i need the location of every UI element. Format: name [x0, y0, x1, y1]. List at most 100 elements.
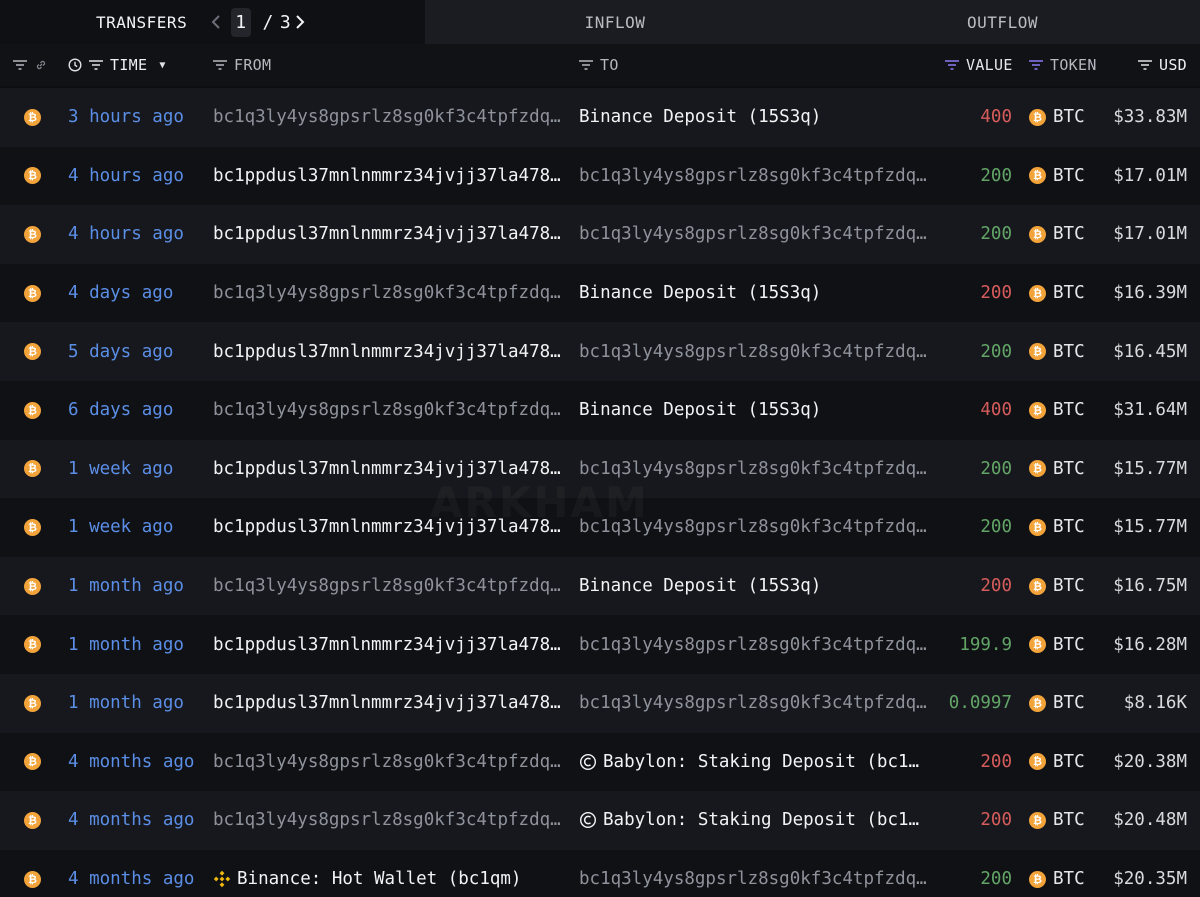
- from-cell[interactable]: bc1q3ly4ys8gpsrlz8sg0kf3c4tpfzdq…: [213, 88, 563, 147]
- filter-active-icon[interactable]: [1028, 59, 1044, 71]
- table-row[interactable]: ₿ 4 months ago Binance: Hot Wallet (bc1q…: [0, 849, 1200, 897]
- table-row[interactable]: ₿ 4 days ago bc1q3ly4ys8gpsrlz8sg0kf3c4t…: [0, 263, 1200, 323]
- to-cell[interactable]: bc1q3ly4ys8gpsrlz8sg0kf3c4tpfzdq…: [579, 205, 929, 264]
- token-cell[interactable]: ₿ BTC: [1029, 557, 1085, 616]
- token-symbol: BTC: [1053, 341, 1085, 362]
- from-cell[interactable]: bc1q3ly4ys8gpsrlz8sg0kf3c4tpfzdq…: [213, 264, 563, 323]
- to-cell[interactable]: bc1q3ly4ys8gpsrlz8sg0kf3c4tpfzdq…: [579, 615, 929, 674]
- filter-icon[interactable]: [1137, 59, 1153, 71]
- bitcoin-icon: ₿: [24, 518, 41, 536]
- token-cell[interactable]: ₿ BTC: [1029, 147, 1085, 206]
- to-cell[interactable]: bc1q3ly4ys8gpsrlz8sg0kf3c4tpfzdq…: [579, 674, 929, 733]
- token-cell[interactable]: ₿ BTC: [1029, 205, 1085, 264]
- value-cell: 400: [980, 107, 1012, 128]
- from-cell[interactable]: bc1ppdusl37mnlnmmrz34jvjj37la478…: [213, 147, 563, 206]
- from-cell[interactable]: bc1ppdusl37mnlnmmrz34jvjj37la478…: [213, 440, 563, 499]
- table-row[interactable]: ₿ 1 week ago bc1ppdusl37mnlnmmrz34jvjj37…: [0, 498, 1200, 557]
- time-cell[interactable]: 1 month ago: [68, 557, 184, 616]
- from-cell[interactable]: bc1q3ly4ys8gpsrlz8sg0kf3c4tpfzdq…: [213, 557, 563, 616]
- filter-icon[interactable]: [212, 59, 228, 71]
- from-cell[interactable]: bc1q3ly4ys8gpsrlz8sg0kf3c4tpfzdq…: [213, 733, 563, 792]
- table-row[interactable]: ₿ 3 hours ago bc1q3ly4ys8gpsrlz8sg0kf3c4…: [0, 88, 1200, 147]
- from-cell[interactable]: bc1ppdusl37mnlnmmrz34jvjj37la478…: [213, 205, 563, 264]
- bitcoin-icon: ₿: [1029, 577, 1046, 595]
- token-cell[interactable]: ₿ BTC: [1029, 498, 1085, 557]
- time-cell[interactable]: 3 hours ago: [68, 88, 184, 147]
- token-cell[interactable]: ₿ BTC: [1029, 850, 1085, 897]
- chevron-left-icon[interactable]: [207, 10, 225, 34]
- table-row[interactable]: ₿ 4 months ago bc1q3ly4ys8gpsrlz8sg0kf3c…: [0, 732, 1200, 792]
- time-cell[interactable]: 1 month ago: [68, 615, 184, 674]
- token-cell[interactable]: ₿ BTC: [1029, 88, 1085, 147]
- table-row[interactable]: ₿ 4 months ago bc1q3ly4ys8gpsrlz8sg0kf3c…: [0, 791, 1200, 850]
- token-cell[interactable]: ₿ BTC: [1029, 615, 1085, 674]
- time-cell[interactable]: 4 months ago: [68, 791, 194, 850]
- table-row[interactable]: ₿ 4 hours ago bc1ppdusl37mnlnmmrz34jvjj3…: [0, 205, 1200, 264]
- time-cell[interactable]: 4 hours ago: [68, 147, 184, 206]
- time-cell[interactable]: 4 months ago: [68, 733, 194, 792]
- token-cell[interactable]: ₿ BTC: [1029, 733, 1085, 792]
- bitcoin-icon: ₿: [24, 284, 41, 302]
- to-cell[interactable]: Binance Deposit (15S3q): [579, 381, 929, 440]
- time-cell[interactable]: 1 week ago: [68, 498, 173, 557]
- time-cell[interactable]: 1 week ago: [68, 440, 173, 499]
- to-cell[interactable]: bc1q3ly4ys8gpsrlz8sg0kf3c4tpfzdq…: [579, 498, 929, 557]
- from-cell[interactable]: bc1q3ly4ys8gpsrlz8sg0kf3c4tpfzdq…: [213, 791, 563, 850]
- token-symbol: BTC: [1053, 165, 1085, 186]
- from-cell[interactable]: Binance: Hot Wallet (bc1qm): [213, 850, 563, 897]
- table-row[interactable]: ₿ 1 week ago bc1ppdusl37mnlnmmrz34jvjj37…: [0, 439, 1200, 499]
- tab-outflow[interactable]: OUTFLOW: [805, 0, 1200, 44]
- to-address: bc1q3ly4ys8gpsrlz8sg0kf3c4tpfzdq…: [579, 458, 927, 479]
- filter-active-icon[interactable]: [944, 59, 960, 71]
- sort-caret-icon[interactable]: ▼: [159, 60, 165, 71]
- table-row[interactable]: ₿ 1 month ago bc1ppdusl37mnlnmmrz34jvjj3…: [0, 673, 1200, 733]
- header-from[interactable]: FROM: [212, 44, 271, 86]
- filter-icon[interactable]: [578, 59, 594, 71]
- value-cell: 200: [980, 341, 1012, 362]
- time-cell[interactable]: 4 hours ago: [68, 205, 184, 264]
- tab-inflow[interactable]: INFLOW: [425, 0, 805, 44]
- filter-icon[interactable]: [88, 59, 104, 71]
- token-cell[interactable]: ₿ BTC: [1029, 264, 1085, 323]
- time-cell[interactable]: 5 days ago: [68, 322, 173, 381]
- table-row[interactable]: ₿ 4 hours ago bc1ppdusl37mnlnmmrz34jvjj3…: [0, 146, 1200, 206]
- to-cell[interactable]: bc1q3ly4ys8gpsrlz8sg0kf3c4tpfzdq…: [579, 440, 929, 499]
- header-time[interactable]: TIME ▼: [68, 44, 165, 86]
- token-cell[interactable]: ₿ BTC: [1029, 322, 1085, 381]
- time-cell[interactable]: 6 days ago: [68, 381, 173, 440]
- token-cell[interactable]: ₿ BTC: [1029, 440, 1085, 499]
- table-row[interactable]: ₿ 1 month ago bc1q3ly4ys8gpsrlz8sg0kf3c4…: [0, 556, 1200, 616]
- time-cell[interactable]: 4 months ago: [68, 850, 194, 897]
- to-cell[interactable]: Binance Deposit (15S3q): [579, 557, 929, 616]
- link-icon[interactable]: [34, 58, 48, 72]
- time-cell[interactable]: 1 month ago: [68, 674, 184, 733]
- time-cell[interactable]: 4 days ago: [68, 264, 173, 323]
- table-row[interactable]: ₿ 6 days ago bc1q3ly4ys8gpsrlz8sg0kf3c4t…: [0, 380, 1200, 440]
- header-value[interactable]: VALUE: [944, 44, 1013, 86]
- header-usd[interactable]: USD: [1137, 44, 1187, 86]
- from-cell[interactable]: bc1ppdusl37mnlnmmrz34jvjj37la478…: [213, 498, 563, 557]
- token-cell[interactable]: ₿ BTC: [1029, 381, 1085, 440]
- token-cell[interactable]: ₿ BTC: [1029, 674, 1085, 733]
- bitcoin-icon: ₿: [24, 225, 41, 243]
- to-cell[interactable]: Babylon: Staking Deposit (bc1…: [579, 791, 929, 850]
- to-cell[interactable]: bc1q3ly4ys8gpsrlz8sg0kf3c4tpfzdq…: [579, 322, 929, 381]
- to-cell[interactable]: Binance Deposit (15S3q): [579, 88, 929, 147]
- to-cell[interactable]: bc1q3ly4ys8gpsrlz8sg0kf3c4tpfzdq…: [579, 147, 929, 206]
- to-cell[interactable]: Babylon: Staking Deposit (bc1…: [579, 733, 929, 792]
- token-cell[interactable]: ₿ BTC: [1029, 791, 1085, 850]
- filter-icon[interactable]: [12, 59, 28, 71]
- from-cell[interactable]: bc1ppdusl37mnlnmmrz34jvjj37la478…: [213, 322, 563, 381]
- to-cell[interactable]: Binance Deposit (15S3q): [579, 264, 929, 323]
- tab-transfers[interactable]: TRANSFERS 1 / 3: [0, 0, 425, 44]
- from-cell[interactable]: bc1ppdusl37mnlnmmrz34jvjj37la478…: [213, 674, 563, 733]
- from-cell[interactable]: bc1q3ly4ys8gpsrlz8sg0kf3c4tpfzdq…: [213, 381, 563, 440]
- header-token[interactable]: TOKEN: [1028, 44, 1097, 86]
- table-row[interactable]: ₿ 1 month ago bc1ppdusl37mnlnmmrz34jvjj3…: [0, 615, 1200, 674]
- header-to[interactable]: TO: [578, 44, 619, 86]
- bitcoin-icon: ₿: [24, 108, 41, 126]
- from-cell[interactable]: bc1ppdusl37mnlnmmrz34jvjj37la478…: [213, 615, 563, 674]
- chevron-right-icon[interactable]: [291, 10, 309, 34]
- to-cell[interactable]: bc1q3ly4ys8gpsrlz8sg0kf3c4tpfzdq…: [579, 850, 929, 897]
- table-row[interactable]: ₿ 5 days ago bc1ppdusl37mnlnmmrz34jvjj37…: [0, 322, 1200, 381]
